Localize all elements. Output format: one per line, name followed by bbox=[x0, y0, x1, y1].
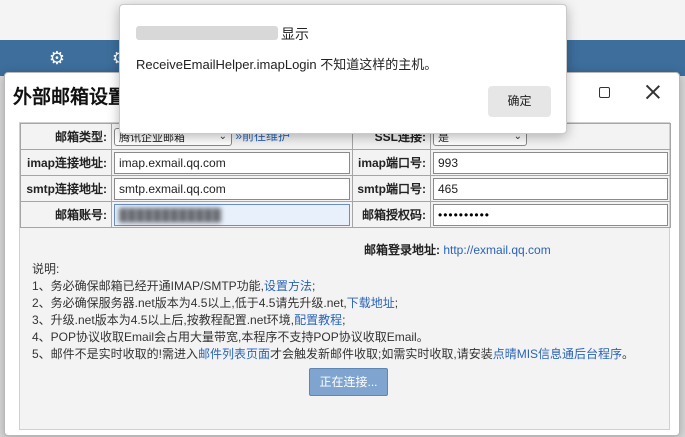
alert-dialog: 显示 ReceiveEmailHelper.imapLogin 不知道这样的主机… bbox=[119, 4, 567, 134]
note-1-text: 1、务必确保邮箱已经开通IMAP/SMTP功能, bbox=[32, 279, 265, 293]
config-tutorial-link[interactable]: 配置教程 bbox=[294, 313, 342, 327]
login-address-link[interactable]: http://exmail.qq.com bbox=[443, 243, 550, 257]
account-input[interactable]: ████████████ bbox=[114, 203, 350, 226]
instructions: 说明: 1、务必确保邮箱已经开通IMAP/SMTP功能,设置方法; 2、务必确保… bbox=[32, 261, 634, 363]
smtp-port-label: smtp端口号: bbox=[352, 175, 431, 202]
imap-port-label: imap端口号: bbox=[352, 149, 431, 176]
auth-code-input[interactable]: •••••••••• bbox=[433, 203, 668, 226]
note-2-end: ; bbox=[394, 296, 399, 310]
imap-address-label: imap连接地址: bbox=[20, 149, 112, 176]
note-1-end: ; bbox=[312, 279, 316, 293]
note-3-end: ; bbox=[342, 313, 346, 327]
mail-list-page-link[interactable]: 邮件列表页面 bbox=[198, 347, 270, 361]
auth-code-label: 邮箱授权码: bbox=[352, 201, 431, 228]
imap-port-input[interactable]: 993 bbox=[433, 151, 668, 174]
alert-ok-button[interactable]: 确定 bbox=[488, 86, 551, 117]
note-5-text-a: 5、邮件不是实时收取的!需进入 bbox=[32, 347, 199, 361]
note-2-text: 2、务必确保服务器.net版本为4.5以上,低于4.5请先升级.net, bbox=[32, 296, 347, 310]
note-1: 1、务必确保邮箱已经开通IMAP/SMTP功能,设置方法; bbox=[32, 278, 634, 295]
note-3-text: 3、升级.net版本为4.5以上后,按教程配置.net环境, bbox=[32, 313, 295, 327]
settings-form: 邮箱类型: 腾讯企业邮箱 ⌄ »前往维护 SSL连接: 是 ⌄ imap连接地址… bbox=[20, 123, 671, 228]
smtp-address-input[interactable]: smtp.exmail.qq.com bbox=[114, 177, 350, 200]
gear-icon[interactable]: ⚙ bbox=[47, 48, 67, 68]
login-address: 邮箱登录地址: http://exmail.qq.com bbox=[364, 241, 551, 258]
dialog-title: 外部邮箱设置 bbox=[13, 87, 128, 108]
mailbox-type-label: 邮箱类型: bbox=[20, 123, 112, 150]
note-2: 2、务必确保服务器.net版本为4.5以上,低于4.5请先升级.net,下载地址… bbox=[32, 295, 634, 312]
alert-site-name-redacted bbox=[136, 26, 278, 40]
maximize-icon[interactable] bbox=[593, 81, 615, 103]
connect-button[interactable]: 正在连接... bbox=[309, 368, 388, 396]
alert-title: 显示 bbox=[281, 26, 309, 42]
smtp-port-input[interactable]: 465 bbox=[433, 177, 668, 200]
setup-method-link[interactable]: 设置方法 bbox=[264, 279, 312, 293]
account-label: 邮箱账号: bbox=[20, 201, 112, 228]
note-4: 4、POP协议收取Email会占用大量带宽,本程序不支持POP协议收取Email… bbox=[32, 330, 429, 344]
note-5-end: 。 bbox=[622, 347, 635, 361]
note-5: 5、邮件不是实时收取的!需进入邮件列表页面才会触发新邮件收取;如需实时收取,请安… bbox=[32, 346, 634, 363]
download-link[interactable]: 下载地址 bbox=[347, 296, 395, 310]
close-icon[interactable] bbox=[642, 81, 664, 103]
instructions-heading: 说明: bbox=[32, 262, 60, 276]
alert-message: ReceiveEmailHelper.imapLogin 不知道这样的主机。 bbox=[136, 57, 438, 72]
note-5-text-b: 才会触发新邮件收取;如需实时收取,请安装 bbox=[270, 347, 493, 361]
note-3: 3、升级.net版本为4.5以上后,按教程配置.net环境,配置教程; bbox=[32, 312, 634, 329]
background-program-link[interactable]: 点晴MIS信息通后台程序 bbox=[493, 347, 622, 361]
login-address-label: 邮箱登录地址: bbox=[364, 243, 440, 257]
dialog-content: 邮箱类型: 腾讯企业邮箱 ⌄ »前往维护 SSL连接: 是 ⌄ imap连接地址… bbox=[19, 122, 671, 430]
imap-address-input[interactable]: imap.exmail.qq.com bbox=[114, 151, 350, 174]
smtp-address-label: smtp连接地址: bbox=[20, 175, 112, 202]
